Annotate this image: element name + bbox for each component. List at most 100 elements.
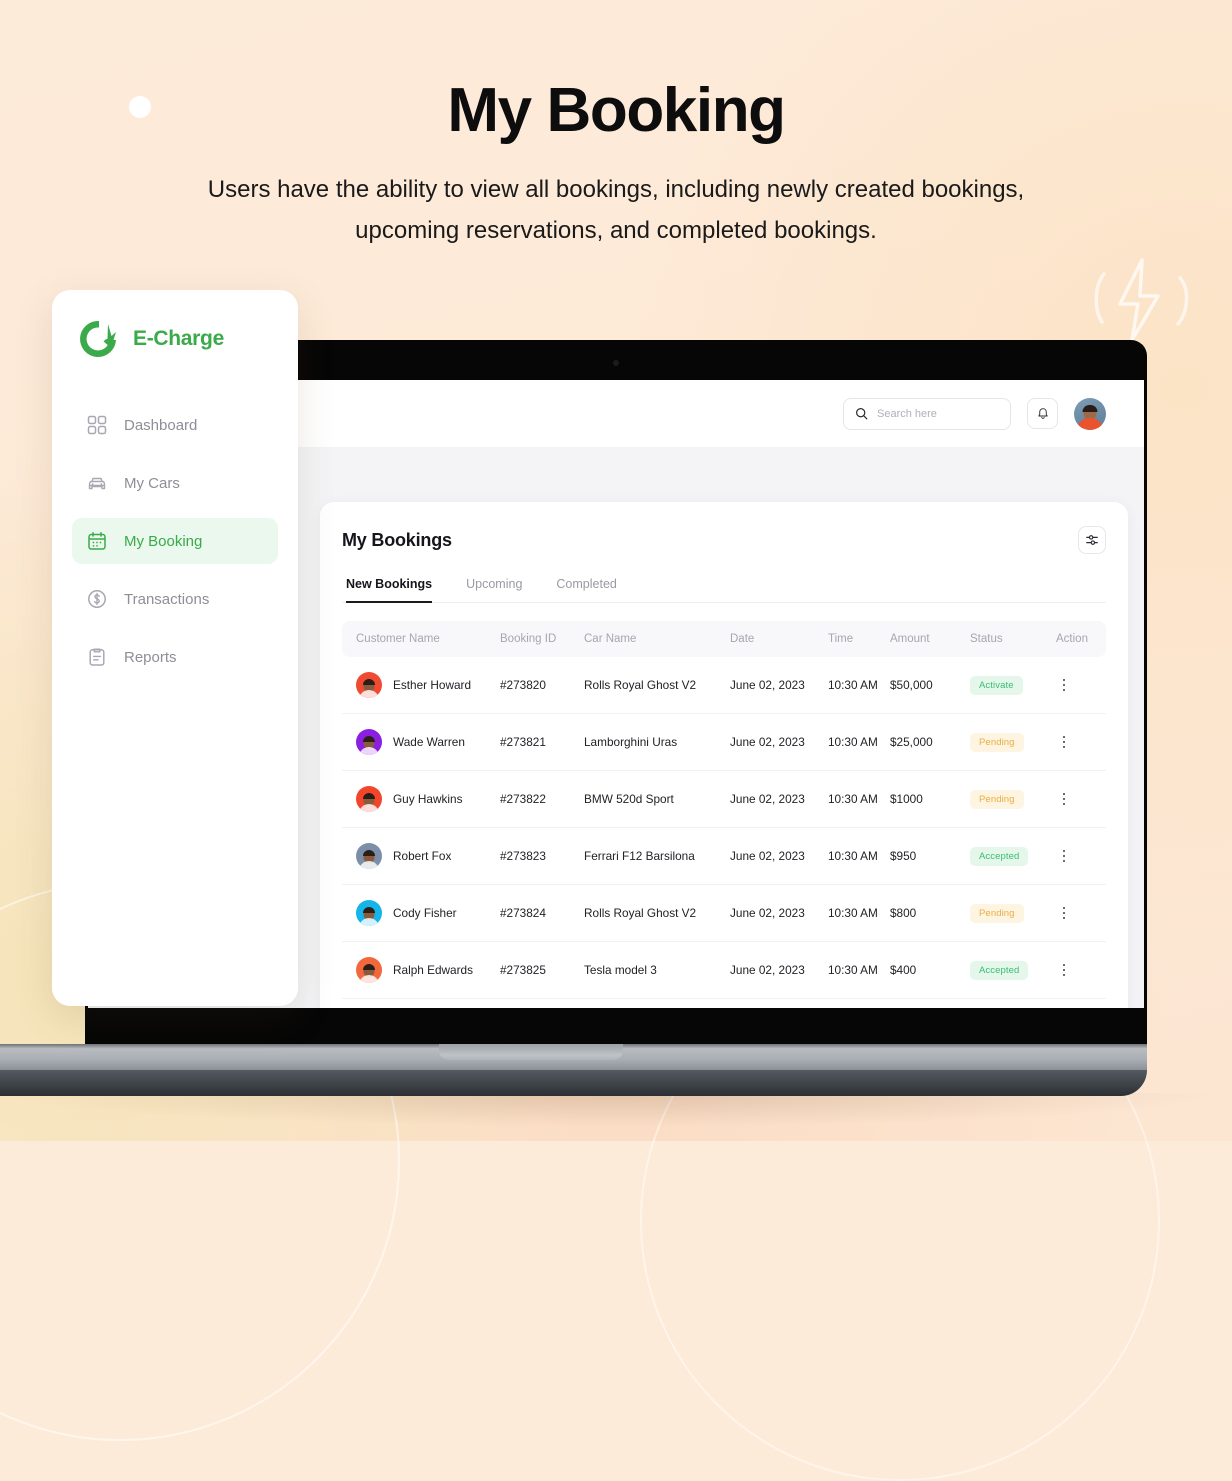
laptop-base-notch bbox=[439, 1044, 623, 1060]
table-row[interactable]: Robert Fox #273823 Ferrari F12 Barsilona Ju… bbox=[342, 827, 1106, 885]
cell-car-name: BMW 520d Sport bbox=[584, 770, 730, 828]
hero-block: My Booking Users have the ability to vie… bbox=[0, 78, 1232, 252]
cell-amount: $800 bbox=[890, 884, 970, 942]
customer-cell: Esther Howard bbox=[342, 672, 500, 698]
row-menu-icon[interactable] bbox=[1056, 678, 1072, 692]
topbar-avatar[interactable] bbox=[1074, 397, 1106, 430]
cell-car-name: Lamborghini Uras bbox=[584, 998, 730, 1008]
tab-new-bookings[interactable]: New Bookings bbox=[346, 577, 433, 603]
cell-amount: $400 bbox=[890, 941, 970, 999]
customer-cell: Ralph Edwards bbox=[342, 957, 500, 983]
sidebar-item-transactions[interactable]: Transactions bbox=[72, 576, 278, 622]
row-menu-icon[interactable] bbox=[1056, 792, 1072, 806]
cell-customer-name: Guy Hawkins bbox=[342, 770, 500, 828]
customer-name: Robert Fox bbox=[393, 849, 452, 863]
tab-upcoming[interactable]: Upcoming bbox=[466, 577, 522, 603]
cell-action bbox=[1056, 657, 1106, 714]
row-menu-icon[interactable] bbox=[1056, 735, 1072, 749]
row-menu-icon[interactable] bbox=[1056, 849, 1072, 863]
sidebar-item-label: Dashboard bbox=[124, 416, 198, 434]
bookings-tabs: New Bookings Upcoming Completed bbox=[342, 576, 1106, 603]
cell-car-name: Rolls Royal Ghost V2 bbox=[584, 884, 730, 942]
sidebar-item-my-booking[interactable]: My Booking bbox=[72, 518, 278, 564]
cell-car-name: Tesla model 3 bbox=[584, 941, 730, 999]
cell-amount: $280 bbox=[890, 998, 970, 1008]
lightning-bolt-watermark-icon bbox=[1094, 258, 1189, 342]
laptop-base-bottom bbox=[0, 1070, 1147, 1096]
search-input[interactable] bbox=[877, 407, 997, 420]
status-badge: Accepted bbox=[970, 846, 1029, 866]
card-header: My Bookings bbox=[342, 526, 1106, 554]
car-icon bbox=[86, 472, 108, 494]
cell-action bbox=[1056, 884, 1106, 942]
cell-customer-name: Ronald Richards bbox=[342, 998, 500, 1008]
avatar bbox=[356, 900, 382, 926]
status-badge: Activate bbox=[970, 675, 1023, 695]
bell-icon bbox=[1037, 407, 1048, 419]
cell-status: Pending bbox=[970, 713, 1056, 771]
cell-customer-name: Cody Fisher bbox=[342, 884, 500, 942]
search-box[interactable] bbox=[843, 397, 1011, 430]
cell-status: Pending bbox=[970, 770, 1056, 828]
cell-car-name: Lamborghini Uras bbox=[584, 713, 730, 771]
cell-date: June 02, 2023 bbox=[730, 770, 828, 828]
cell-action bbox=[1056, 941, 1106, 999]
status-badge: Pending bbox=[970, 732, 1024, 752]
table-row[interactable]: Wade Warren #273821 Lamborghini Uras June 0… bbox=[342, 713, 1106, 771]
cell-action bbox=[1056, 827, 1106, 885]
filter-button[interactable] bbox=[1078, 526, 1106, 554]
avatar bbox=[356, 786, 382, 812]
tab-completed[interactable]: Completed bbox=[556, 577, 616, 603]
avatar bbox=[356, 957, 382, 983]
cell-time: 10:30 AM bbox=[828, 884, 890, 942]
cell-date: June 02, 2023 bbox=[730, 713, 828, 771]
table-header-row: Customer Name Booking ID Car Name Date Time A… bbox=[342, 621, 1106, 657]
cell-amount: $50,000 bbox=[890, 657, 970, 714]
sidebar: E-Charge Dashboard My Cars My Booking Trans… bbox=[52, 290, 298, 1006]
sidebar-item-my-cars[interactable]: My Cars bbox=[72, 460, 278, 506]
cell-status: Accepted bbox=[970, 827, 1056, 885]
customer-name: Wade Warren bbox=[393, 735, 465, 749]
table-row[interactable]: Cody Fisher #273824 Rolls Royal Ghost V2 Ju… bbox=[342, 884, 1106, 942]
cell-amount: $950 bbox=[890, 827, 970, 885]
cell-date: June 02, 2023 bbox=[730, 657, 828, 714]
table-row[interactable]: Guy Hawkins #273822 BMW 520d Sport June 02,… bbox=[342, 770, 1106, 828]
table-row[interactable]: Ralph Edwards #273825 Tesla model 3 June 02… bbox=[342, 941, 1106, 999]
row-menu-icon[interactable] bbox=[1056, 963, 1072, 977]
sidebar-item-reports[interactable]: Reports bbox=[72, 634, 278, 680]
cell-customer-name: Wade Warren bbox=[342, 713, 500, 771]
cell-time: 10:30 AM bbox=[828, 827, 890, 885]
cell-car-name: Ferrari F12 Barsilona bbox=[584, 827, 730, 885]
table-row[interactable]: Esther Howard #273820 Rolls Royal Ghost V2… bbox=[342, 657, 1106, 714]
cell-amount: $1000 bbox=[890, 770, 970, 828]
avatar bbox=[356, 843, 382, 869]
brand-logo[interactable]: E-Charge bbox=[72, 318, 278, 360]
sidebar-item-dashboard[interactable]: Dashboard bbox=[72, 402, 278, 448]
sidebar-item-label: Transactions bbox=[124, 590, 210, 608]
customer-cell: Wade Warren bbox=[342, 729, 500, 755]
cell-status: Pending bbox=[970, 998, 1056, 1008]
bookings-card: My Bookings New Bookings Upcoming Complete… bbox=[320, 502, 1128, 1008]
cell-date: June 02, 2023 bbox=[730, 827, 828, 885]
status-badge: Pending bbox=[970, 903, 1024, 923]
cell-amount: $25,000 bbox=[890, 713, 970, 771]
cell-booking-id: #273822 bbox=[500, 770, 584, 828]
laptop-base-shadow bbox=[0, 1093, 1232, 1127]
sidebar-item-label: My Cars bbox=[124, 474, 180, 492]
cell-booking-id: #273825 bbox=[500, 941, 584, 999]
column-header-booking-id: Booking ID bbox=[500, 621, 584, 657]
echarge-bolt-logo-icon bbox=[80, 320, 116, 357]
table-row[interactable]: Ronald Richards#273826Lamborghini UrasJu… bbox=[342, 998, 1106, 1008]
cell-booking-id: #273820 bbox=[500, 657, 584, 714]
table-header: Customer Name Booking ID Car Name Date Time A… bbox=[342, 621, 1106, 657]
notification-button[interactable] bbox=[1027, 398, 1058, 429]
sidebar-item-label: My Booking bbox=[124, 532, 203, 550]
search-icon bbox=[856, 408, 868, 420]
row-menu-icon[interactable] bbox=[1056, 906, 1072, 920]
cell-date: June 02, 2023 bbox=[730, 884, 828, 942]
cell-booking-id: #273826 bbox=[500, 998, 584, 1008]
customer-cell: Cody Fisher bbox=[342, 900, 500, 926]
cell-action bbox=[1056, 713, 1106, 771]
cell-time: 10:30 AM bbox=[828, 713, 890, 771]
bookings-table: Customer Name Booking ID Car Name Date Time A… bbox=[342, 621, 1106, 1008]
